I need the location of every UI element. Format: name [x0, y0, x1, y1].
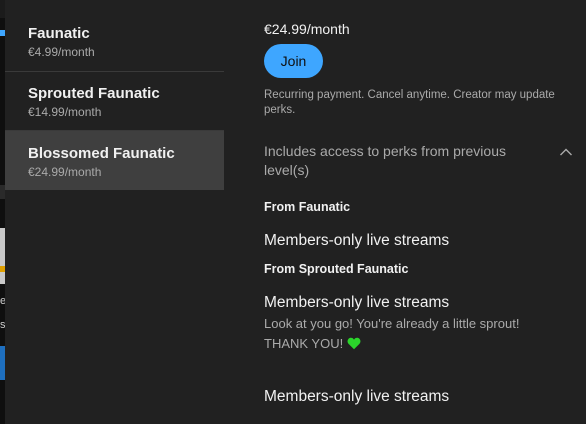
tier-price-label: €24.99/month — [264, 21, 350, 37]
tier-name: Blossomed Faunatic — [28, 145, 175, 162]
tier-price: €4.99/month — [28, 45, 95, 59]
membership-dialog: e s Faunatic €4.99/month Sprouted Faunat… — [0, 0, 586, 424]
tier-list: Faunatic €4.99/month Sprouted Faunatic €… — [5, 0, 224, 190]
perk-section-title: From Sprouted Faunatic — [264, 262, 409, 276]
previous-perks-toggle[interactable]: Includes access to perks from previous l… — [264, 142, 574, 182]
perk-title: Members-only live streams — [264, 294, 450, 311]
payment-disclaimer: Recurring payment. Cancel anytime. Creat… — [264, 89, 555, 116]
tier-price: €14.99/month — [28, 105, 102, 119]
perk-section-title: From Faunatic — [264, 200, 351, 214]
join-button[interactable]: Join — [264, 44, 323, 78]
perk-title: Members-only live streams — [264, 232, 450, 249]
tier-price: €24.99/month — [28, 165, 102, 179]
perk-description: Look at you go! You're already a little … — [264, 314, 564, 354]
background-thumbnail — [0, 228, 5, 284]
tier-name: Sprouted Faunatic — [28, 85, 160, 102]
background-text: s — [0, 320, 5, 331]
tier-item-blossomed-faunatic[interactable]: Blossomed Faunatic €24.99/month — [5, 131, 224, 190]
chevron-up-icon — [560, 148, 572, 156]
tier-item-sprouted-faunatic[interactable]: Sprouted Faunatic €14.99/month — [5, 72, 224, 131]
background-thumbnail — [0, 266, 5, 272]
background-thumbnail — [0, 346, 5, 380]
tier-name: Faunatic — [28, 25, 90, 42]
background-text: e — [0, 296, 5, 307]
green-heart-icon — [347, 337, 361, 350]
perk-title: Members-only live streams — [264, 388, 450, 405]
perk-description-text: Look at you go! You're already a little … — [264, 316, 520, 351]
tier-item-faunatic[interactable]: Faunatic €4.99/month — [5, 0, 224, 72]
previous-perks-label: Includes access to perks from previous l… — [264, 143, 506, 178]
